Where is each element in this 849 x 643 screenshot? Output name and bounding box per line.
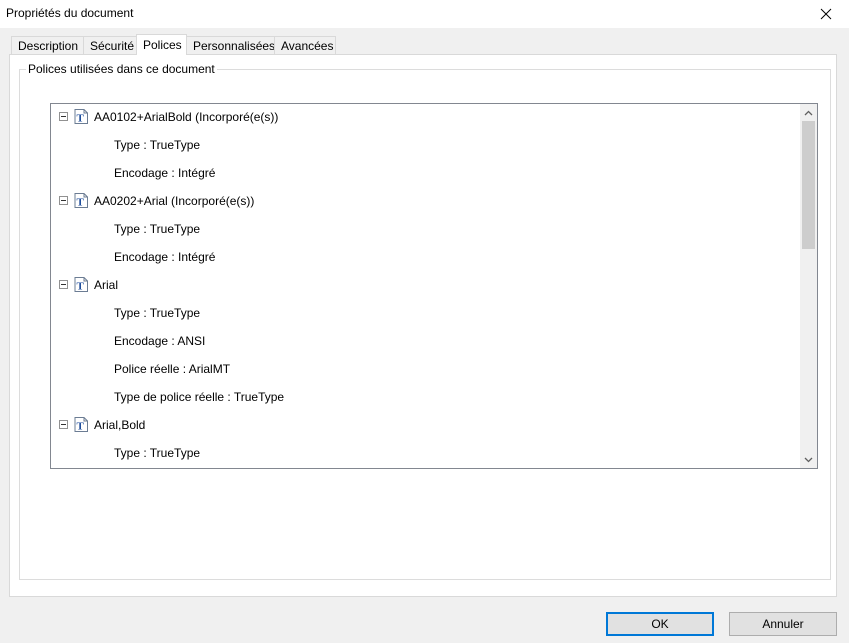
font-property: Type : TrueType (114, 306, 201, 320)
collapse-toggle-icon[interactable] (59, 196, 68, 206)
font-property: Type : TrueType (114, 222, 201, 236)
font-name: AA0202+Arial (Incorporé(e(s)) (94, 194, 255, 208)
fonts-group-label: Polices utilisées dans ce document (26, 62, 217, 76)
tab-securite[interactable]: Sécurité (83, 36, 137, 54)
font-node[interactable]: T Arial (59, 275, 118, 295)
window-title: Propriétés du document (6, 6, 134, 20)
font-property: Type de police réelle : TrueType (114, 390, 285, 404)
cancel-button[interactable]: Annuler (729, 612, 837, 636)
scrollbar-thumb[interactable] (802, 121, 815, 249)
tab-avancees[interactable]: Avancées (274, 36, 336, 54)
svg-text:T: T (77, 421, 85, 433)
ok-button[interactable]: OK (606, 612, 714, 636)
font-name: AA0102+ArialBold (Incorporé(e(s)) (94, 110, 279, 124)
font-node[interactable]: T AA0102+ArialBold (Incorporé(e(s)) (59, 107, 278, 127)
truetype-font-icon: T (74, 277, 89, 293)
font-property: Type : TrueType (114, 138, 201, 152)
tab-panel-polices: Polices utilisées dans ce document T AA01… (9, 54, 837, 597)
fonts-tree[interactable]: T AA0102+ArialBold (Incorporé(e(s)) Type … (50, 103, 818, 469)
scroll-down-button[interactable] (800, 451, 817, 468)
chevron-up-icon (804, 110, 813, 115)
truetype-font-icon: T (74, 417, 89, 433)
collapse-toggle-icon[interactable] (59, 420, 68, 430)
chevron-down-icon (804, 457, 813, 462)
font-property: Encodage : Intégré (114, 166, 216, 180)
truetype-font-icon: T (74, 109, 89, 125)
font-name: Arial,Bold (94, 418, 146, 432)
truetype-font-icon: T (74, 193, 89, 209)
fonts-groupbox: Polices utilisées dans ce document T AA01… (19, 62, 831, 580)
tab-polices[interactable]: Polices (136, 34, 187, 55)
svg-text:T: T (77, 113, 85, 125)
collapse-toggle-icon[interactable] (59, 280, 68, 290)
close-icon (820, 8, 832, 20)
font-node[interactable]: T Arial,Bold (59, 415, 145, 435)
collapse-toggle-icon[interactable] (59, 112, 68, 122)
svg-text:T: T (77, 281, 85, 293)
font-property: Encodage : ANSI (114, 334, 206, 348)
title-bar: Propriétés du document (0, 0, 849, 28)
tab-description[interactable]: Description (11, 36, 84, 54)
scroll-up-button[interactable] (800, 104, 817, 121)
close-button[interactable] (803, 0, 849, 28)
tab-personnalisees[interactable]: Personnalisées (186, 36, 275, 54)
vertical-scrollbar[interactable] (800, 104, 817, 468)
font-node[interactable]: T AA0202+Arial (Incorporé(e(s)) (59, 191, 254, 211)
font-property: Type : TrueType (114, 446, 201, 460)
svg-text:T: T (77, 197, 85, 209)
font-property: Police réelle : ArialMT (114, 362, 231, 376)
font-property: Encodage : Intégré (114, 250, 216, 264)
font-name: Arial (94, 278, 119, 292)
